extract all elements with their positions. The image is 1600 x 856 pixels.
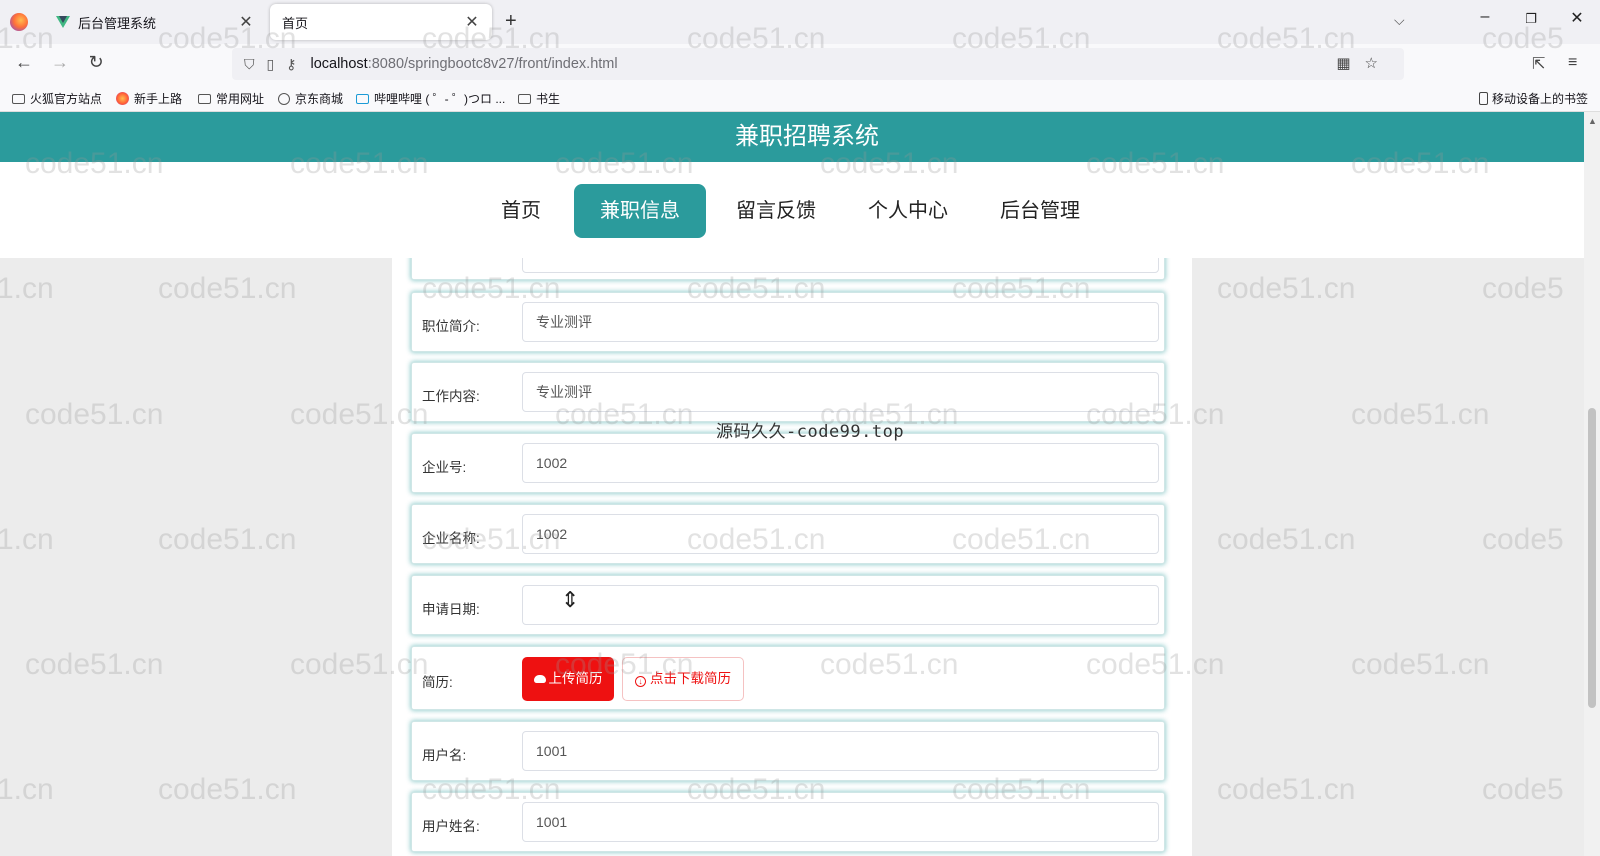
folder-icon (518, 93, 531, 104)
bookmark-item[interactable]: 常用网址 (198, 90, 264, 107)
back-arrow-icon[interactable]: ← (12, 52, 36, 73)
close-icon[interactable]: ✕ (464, 12, 480, 32)
site-title: 兼职招聘系统 (735, 123, 879, 150)
menu-item-feedback[interactable]: 留言反馈 (726, 184, 826, 238)
reload-icon[interactable]: ↻ (84, 52, 108, 73)
web-page: 职位简介: 专业测评 工作内容: 专业测评 企业号: 1002 企业名称: 10… (0, 112, 1584, 856)
form-row: 企业号: 1002 (411, 433, 1165, 493)
form-row: 企业名称: 1002 (411, 504, 1165, 564)
button-label: 点击下载简历 (650, 671, 731, 686)
url-text[interactable]: localhost:8080/springbootc8v27/front/ind… (310, 56, 617, 72)
job-intro-input[interactable]: 专业测评 (522, 302, 1159, 342)
tab-admin[interactable]: 后台管理系统 ✕ (44, 4, 266, 40)
user-fullname-input[interactable]: 1001 (522, 802, 1159, 842)
menu-item-jobs[interactable]: 兼职信息 (574, 184, 706, 238)
tab-home[interactable]: 首页 ✕ (270, 4, 492, 40)
form-row: 申请日期: (411, 575, 1165, 635)
close-icon[interactable]: ✕ (238, 12, 254, 32)
main-menu: 首页 兼职信息 留言反馈 个人中心 后台管理 (0, 162, 1584, 258)
firefox-icon[interactable] (10, 13, 28, 31)
cloud-upload-icon (533, 675, 546, 683)
bookmark-label: 火狐官方站点 (30, 92, 103, 106)
bookmark-label: 书生 (536, 92, 561, 106)
restore-icon[interactable]: ❐ (1516, 11, 1546, 27)
resize-cursor-icon: ⇕ (561, 588, 580, 613)
extensions-icon[interactable]: ⇱ (1532, 54, 1545, 74)
field-label: 工作内容: (422, 389, 480, 404)
button-label: 上传简历 (548, 671, 603, 686)
browser-nav-bar: ← → ↻ ⛉ ▯ ⚷ localhost:8080/springbootc8v… (0, 44, 1600, 84)
upload-resume-button[interactable]: 上传简历 (522, 657, 614, 701)
minimize-icon[interactable]: – (1470, 8, 1500, 26)
site-title-bar: 兼职招聘系统 (0, 112, 1584, 162)
url-bar[interactable]: ⛉ ▯ ⚷ localhost:8080/springbootc8v27/fro… (232, 48, 1404, 80)
bookmark-item[interactable]: 哔哩哔哩 ( ゜- ゜)つロ ... (356, 90, 505, 107)
key-icon[interactable]: ⚷ (286, 56, 296, 73)
bilibili-icon (356, 93, 369, 104)
new-tab-button[interactable]: + (505, 10, 517, 33)
shield-icon[interactable]: ⛉ (244, 56, 255, 73)
bookmarks-bar: 火狐官方站点 新手上路 常用网址 京东商城 哔哩哔哩 ( ゜- ゜)つロ ...… (0, 84, 1600, 112)
menu-icon[interactable]: ≡ (1568, 54, 1577, 72)
vue-icon (56, 15, 70, 29)
bookmark-label: 移动设备上的书签 (1491, 92, 1588, 106)
download-icon: ↓ (635, 676, 646, 687)
username-input[interactable]: 1001 (522, 731, 1159, 771)
bookmark-label: 京东商城 (295, 92, 344, 106)
qr-and-star-icons[interactable]: ▦☆ (1336, 54, 1392, 72)
browser-tab-bar: 后台管理系统 ✕ 首页 ✕ + ⌵ – ❐ ✕ (0, 0, 1600, 44)
menu-item-admin[interactable]: 后台管理 (990, 184, 1090, 238)
firefox-icon (116, 92, 129, 105)
globe-icon (278, 92, 290, 105)
tab-title: 首页 (282, 15, 309, 31)
bookmark-item[interactable]: 书生 (518, 90, 560, 107)
bookmark-item[interactable]: 京东商城 (278, 90, 343, 107)
mobile-bookmarks[interactable]: 移动设备上的书签 (1478, 90, 1588, 107)
field-label: 申请日期: (422, 602, 480, 617)
bookmark-item[interactable]: 新手上路 (116, 90, 182, 107)
download-resume-button[interactable]: ↓ 点击下载简历 (622, 657, 744, 701)
bookmark-label: 常用网址 (216, 92, 265, 106)
page-scrollbar[interactable]: ▲ (1584, 112, 1600, 856)
form-row: 用户名: 1001 (411, 721, 1165, 781)
form-row: 简历: 上传简历 ↓ 点击下载简历 (411, 646, 1165, 710)
menu-item-profile[interactable]: 个人中心 (858, 184, 958, 238)
scroll-up-icon[interactable]: ▲ (1588, 116, 1597, 126)
detail-panel: 职位简介: 专业测评 工作内容: 专业测评 企业号: 1002 企业名称: 10… (392, 228, 1192, 856)
bookmark-label: 新手上路 (134, 92, 183, 106)
page-icon: ▯ (266, 55, 275, 72)
field-label: 企业号: (422, 460, 467, 475)
scrollbar-thumb[interactable] (1588, 408, 1596, 708)
url-host: localhost (310, 56, 368, 72)
field-label: 用户名: (422, 748, 467, 763)
forward-arrow-icon[interactable]: → (48, 52, 72, 73)
url-path: :8080/springbootc8v27/front/index.html (367, 56, 618, 72)
menu-item-home[interactable]: 首页 (492, 184, 550, 238)
field-label: 简历: (422, 675, 453, 690)
form-row: 工作内容: 专业测评 (411, 362, 1165, 422)
phone-icon (1478, 92, 1488, 105)
form-row: 用户姓名: 1001 (411, 792, 1165, 852)
company-id-input[interactable]: 1002 (522, 443, 1159, 483)
bookmark-label: 哔哩哔哩 ( ゜- ゜)つロ ... (374, 92, 506, 106)
field-label: 企业名称: (422, 531, 480, 546)
close-window-icon[interactable]: ✕ (1562, 8, 1592, 28)
list-all-tabs-icon[interactable]: ⌵ (1394, 12, 1405, 29)
bookmark-item[interactable]: 火狐官方站点 (12, 90, 102, 107)
company-name-input[interactable]: 1002 (522, 514, 1159, 554)
form-row: 职位简介: 专业测评 (411, 292, 1165, 352)
folder-icon (12, 93, 25, 104)
folder-icon (198, 93, 211, 104)
tab-title: 后台管理系统 (78, 15, 157, 31)
work-content-input[interactable]: 专业测评 (522, 372, 1159, 412)
overlay-watermark-text: 源码久久-code99.top (716, 422, 905, 442)
field-label: 职位简介: (422, 319, 480, 334)
apply-date-input[interactable] (522, 585, 1159, 625)
field-label: 用户姓名: (422, 819, 480, 834)
